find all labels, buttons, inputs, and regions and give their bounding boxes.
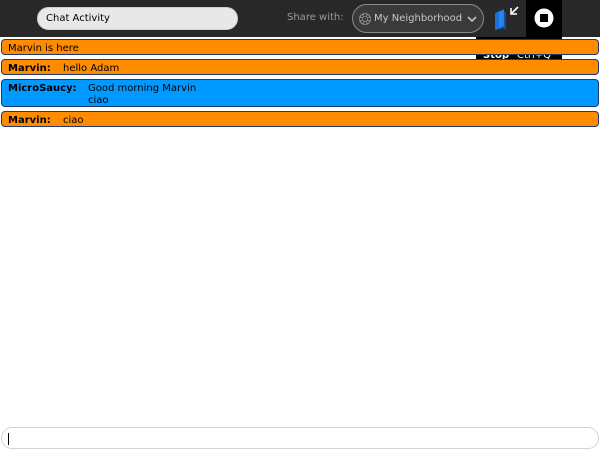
chat-message: Marvin: ciao (1, 111, 599, 127)
message-text: Good morning Marvin ciao (88, 83, 196, 107)
message-line: Good morning Marvin (88, 83, 197, 94)
status-text: Marvin is here (8, 43, 79, 54)
share-with-label: Share with: (287, 12, 344, 23)
keep-journal-icon (495, 6, 519, 30)
neighborhood-icon (359, 13, 371, 25)
message-line: ciao (88, 95, 109, 106)
message-nick: Marvin: (8, 63, 51, 74)
chat-message: Marvin: hello Adam (1, 59, 599, 75)
chat-entry[interactable] (1, 427, 599, 449)
activity-toolbar: Chat Activity Share with: My Neighborhoo… (0, 0, 600, 37)
keep-button[interactable] (492, 4, 522, 33)
share-with-value: My Neighborhood (374, 13, 463, 24)
text-cursor (8, 433, 9, 445)
message-text: ciao (63, 115, 84, 126)
message-nick: Marvin: (8, 115, 51, 126)
activity-title-entry[interactable]: Chat Activity (37, 7, 238, 30)
share-with-combo[interactable]: My Neighborhood (352, 4, 484, 33)
stop-button[interactable] (526, 0, 562, 37)
message-nick: MicroSaucy: (8, 83, 77, 94)
chat-status-message: Marvin is here (1, 39, 599, 55)
message-text: hello Adam (63, 63, 120, 74)
stop-icon (534, 8, 554, 28)
chevron-down-icon (467, 16, 477, 23)
chat-message: MicroSaucy: Good morning Marvin ciao (1, 79, 599, 107)
